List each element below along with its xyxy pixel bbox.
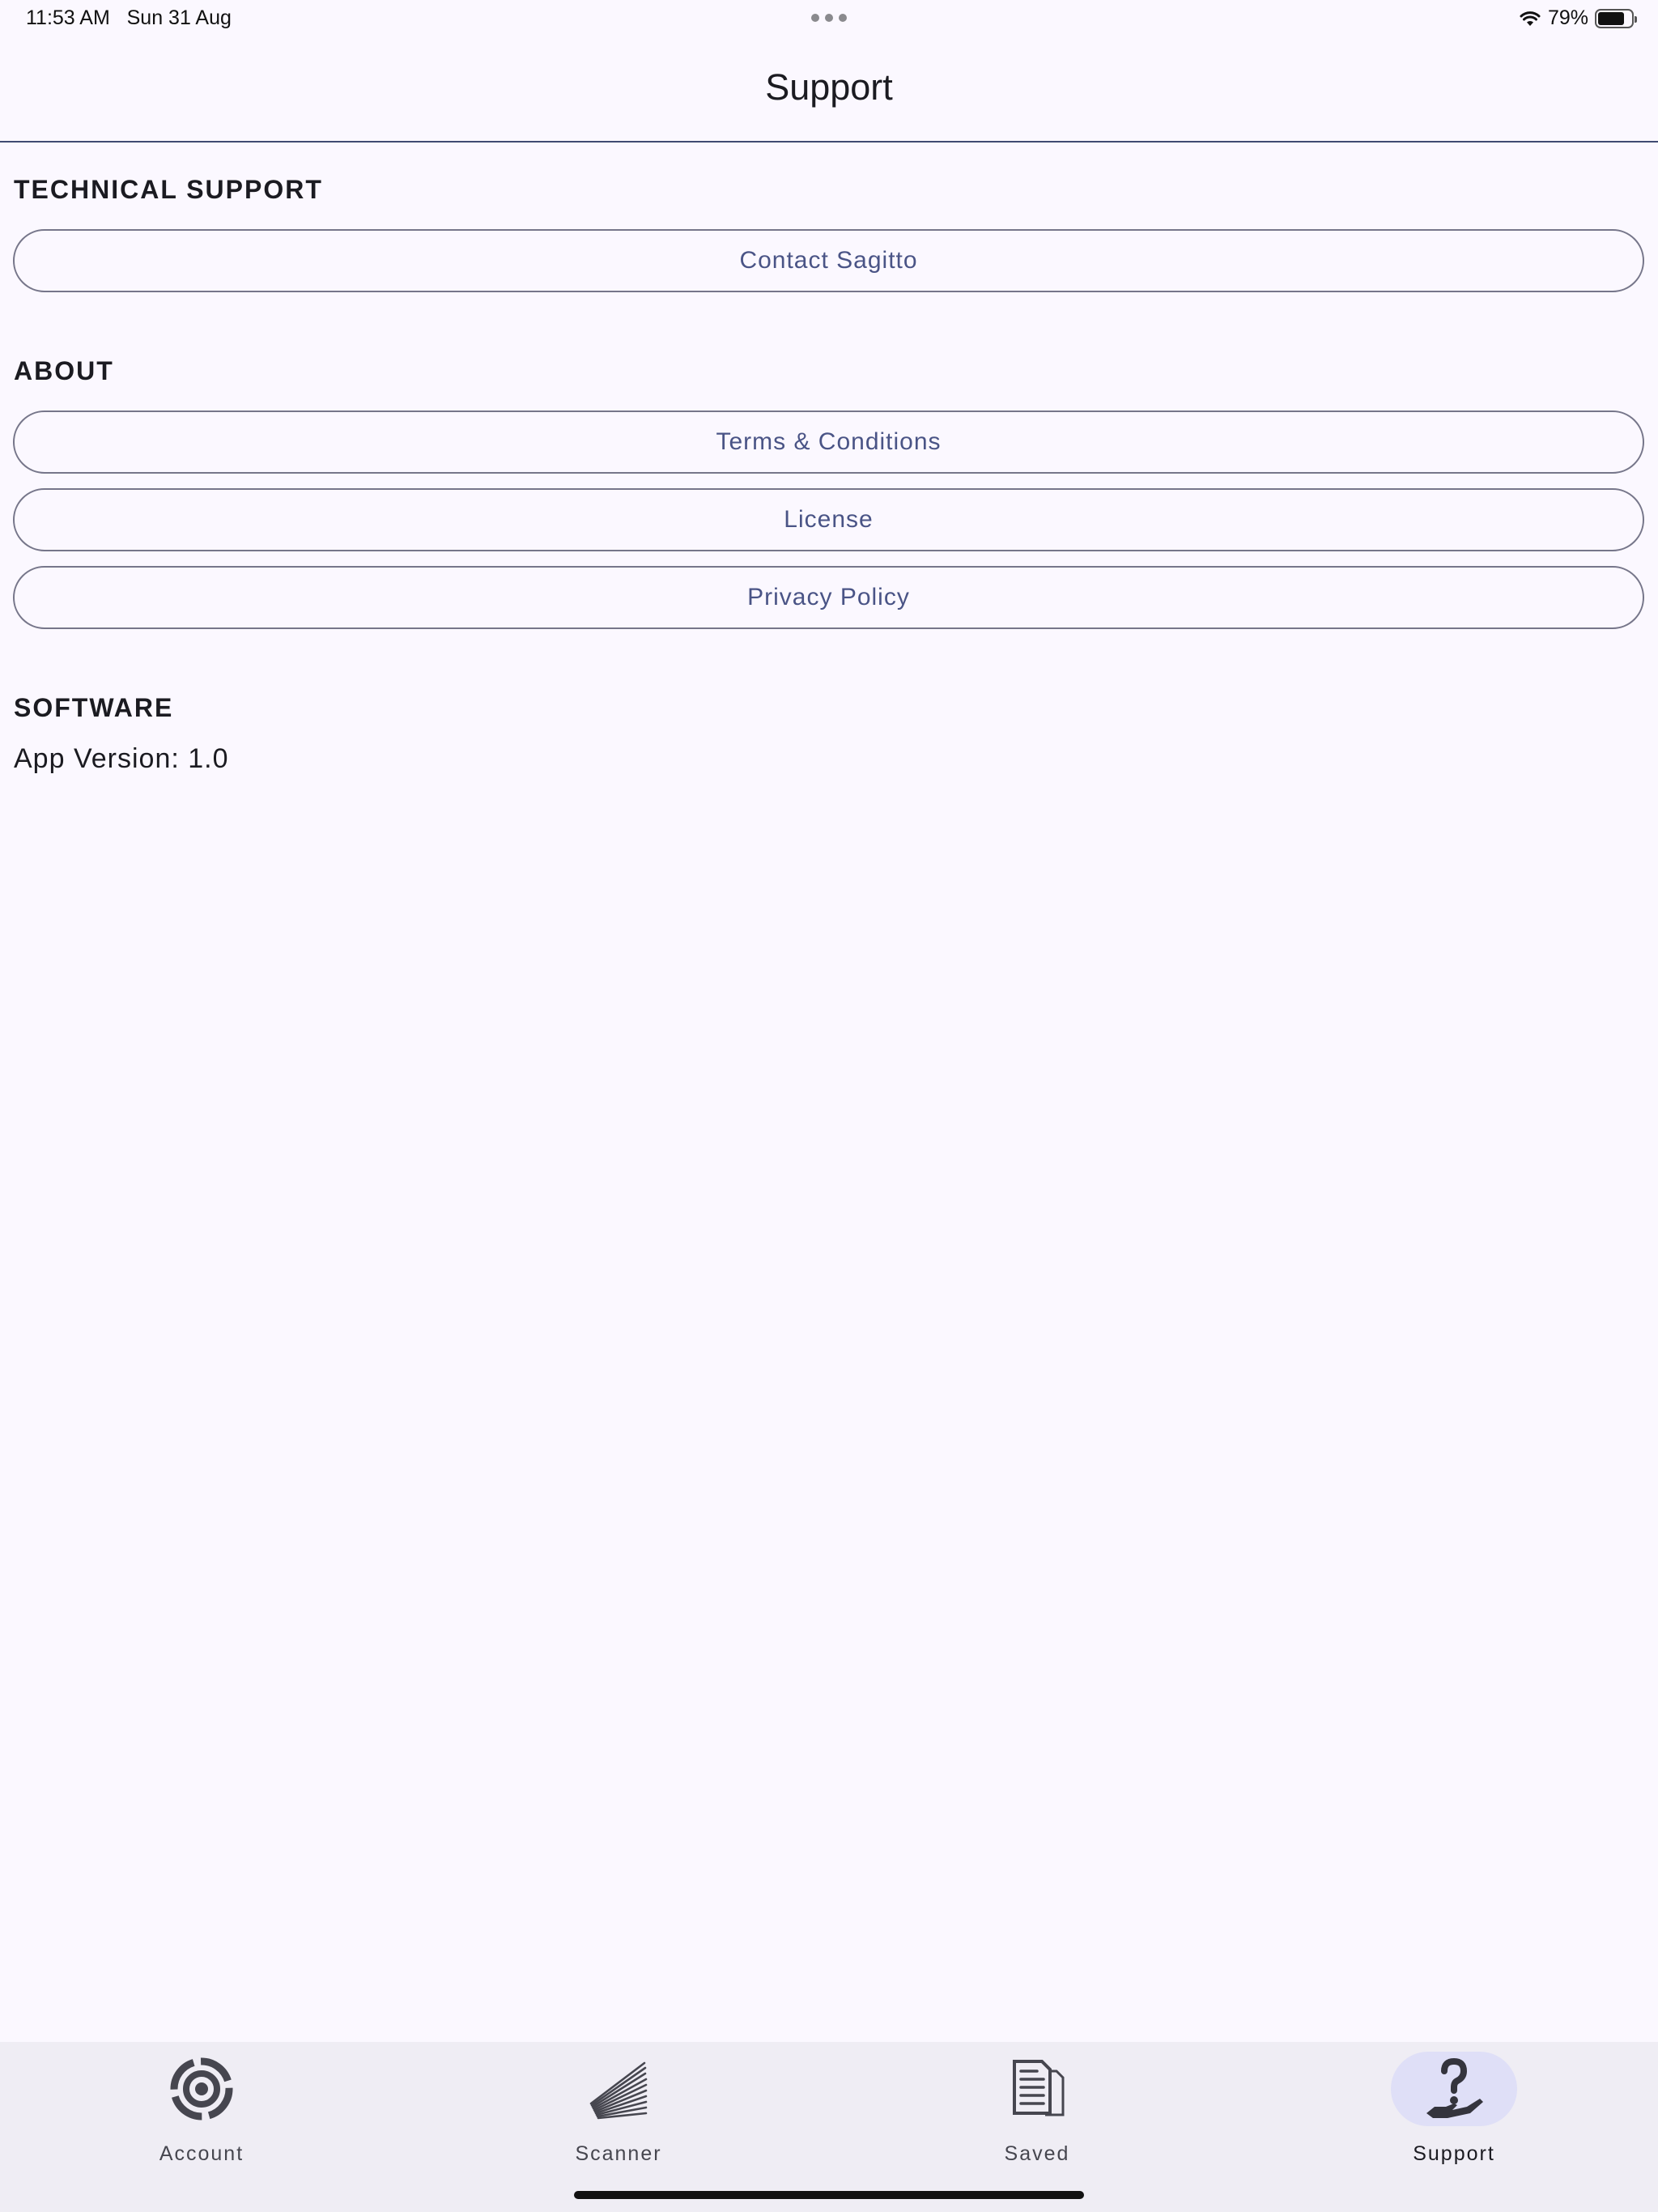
tab-scanner-label: Scanner [575, 2142, 662, 2165]
bottom-tab-bar: Account Scanner Saved Support [0, 2042, 1658, 2212]
tab-saved[interactable]: Saved [940, 2042, 1134, 2172]
tab-account[interactable]: Account [104, 2042, 299, 2172]
status-time-date: 11:53 AM Sun 31 Aug [26, 6, 232, 30]
tab-account-label: Account [159, 2142, 244, 2165]
tab-saved-icon-container [974, 2052, 1100, 2126]
app-version-text: App Version: 1.0 [14, 743, 229, 774]
help-hand-icon [1426, 2057, 1483, 2118]
status-date: Sun 31 Aug [126, 6, 232, 29]
tab-support-active-indicator [1391, 2052, 1517, 2126]
tab-account-icon-container [138, 2052, 265, 2126]
scanner-rays-icon [589, 2061, 648, 2120]
tab-saved-label: Saved [1004, 2142, 1070, 2165]
status-bar: 11:53 AM Sun 31 Aug 79% [0, 0, 1658, 39]
license-button[interactable]: License [13, 488, 1644, 551]
privacy-policy-button[interactable]: Privacy Policy [13, 566, 1644, 629]
saved-documents-icon [1013, 2060, 1065, 2116]
section-header-technical-support: TECHNICAL SUPPORT [14, 175, 323, 204]
multitasking-dots-icon[interactable] [811, 14, 847, 22]
app-bar: Support [0, 39, 1658, 143]
terms-conditions-button[interactable]: Terms & Conditions [13, 410, 1644, 474]
section-header-software: SOFTWARE [14, 693, 174, 722]
battery-percent: 79% [1547, 6, 1588, 29]
status-time: 11:53 AM [26, 6, 110, 29]
page-title: Support [765, 66, 893, 108]
tab-support[interactable]: Support [1357, 2042, 1551, 2172]
contact-sagitto-button[interactable]: Contact Sagitto [13, 229, 1644, 292]
tab-scanner[interactable]: Scanner [521, 2042, 716, 2172]
tab-scanner-icon-container [555, 2052, 682, 2126]
tab-support-label: Support [1413, 2142, 1495, 2165]
account-target-icon [170, 2057, 233, 2121]
status-indicators: 79% [1519, 6, 1637, 30]
home-indicator[interactable] [574, 2191, 1084, 2199]
section-header-about: ABOUT [14, 356, 114, 385]
battery-level [1598, 11, 1624, 25]
wifi-icon [1520, 11, 1541, 26]
battery-icon [1595, 8, 1637, 28]
